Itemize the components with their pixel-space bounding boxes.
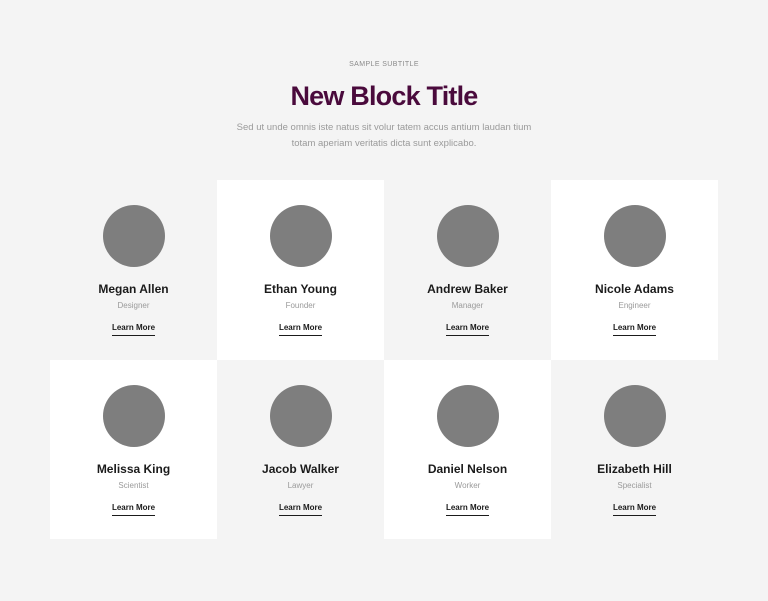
member-name: Elizabeth Hill bbox=[597, 461, 672, 476]
learn-more-link[interactable]: Learn More bbox=[612, 503, 657, 516]
learn-more-link[interactable]: Learn More bbox=[278, 323, 323, 336]
member-role: Manager bbox=[451, 301, 484, 310]
member-role: Worker bbox=[454, 480, 481, 490]
member-role: Designer bbox=[117, 301, 150, 310]
team-card: Nicole Adams Engineer Learn More bbox=[551, 180, 718, 360]
learn-more-link[interactable]: Learn More bbox=[278, 503, 323, 516]
team-grid: Megan Allen Designer Learn More Ethan Yo… bbox=[50, 180, 718, 539]
avatar bbox=[269, 384, 332, 447]
avatar bbox=[269, 205, 332, 267]
avatar bbox=[436, 384, 499, 447]
member-name: Andrew Baker bbox=[427, 282, 508, 296]
team-card: Megan Allen Designer Learn More bbox=[50, 180, 217, 360]
section-subtitle: SAMPLE SUBTITLE bbox=[349, 61, 419, 68]
member-name: Jacob Walker bbox=[262, 461, 339, 476]
member-name: Ethan Young bbox=[264, 282, 337, 296]
team-card: Jacob Walker Lawyer Learn More bbox=[217, 359, 384, 539]
member-name: Megan Allen bbox=[98, 282, 169, 296]
team-card: Melissa King Scientist Learn More bbox=[50, 359, 217, 539]
section-title: New Block Title bbox=[290, 81, 478, 111]
learn-more-link[interactable]: Learn More bbox=[111, 323, 156, 336]
member-role: Scientist bbox=[118, 480, 149, 490]
learn-more-link[interactable]: Learn More bbox=[111, 503, 156, 516]
avatar bbox=[436, 205, 499, 267]
member-role: Founder bbox=[285, 301, 316, 310]
avatar bbox=[603, 205, 666, 267]
member-role: Specialist bbox=[617, 480, 652, 490]
member-name: Daniel Nelson bbox=[427, 461, 508, 476]
team-card: Daniel Nelson Worker Learn More bbox=[384, 359, 551, 539]
member-role: Lawyer bbox=[287, 480, 314, 490]
learn-more-link[interactable]: Learn More bbox=[445, 323, 490, 336]
learn-more-link[interactable]: Learn More bbox=[445, 503, 490, 516]
member-name: Melissa King bbox=[96, 461, 171, 476]
learn-more-link[interactable]: Learn More bbox=[612, 323, 657, 336]
member-role: Engineer bbox=[618, 301, 651, 310]
section-description: Sed ut unde omnis iste natus sit volur t… bbox=[236, 122, 532, 149]
avatar bbox=[102, 384, 165, 447]
team-card: Ethan Young Founder Learn More bbox=[217, 180, 384, 360]
member-name: Nicole Adams bbox=[595, 282, 674, 296]
avatar bbox=[102, 205, 165, 267]
section-header: SAMPLE SUBTITLE New Block Title Sed ut u… bbox=[0, 0, 768, 152]
team-card: Andrew Baker Manager Learn More bbox=[384, 180, 551, 360]
avatar bbox=[603, 384, 666, 447]
team-card: Elizabeth Hill Specialist Learn More bbox=[551, 359, 718, 539]
